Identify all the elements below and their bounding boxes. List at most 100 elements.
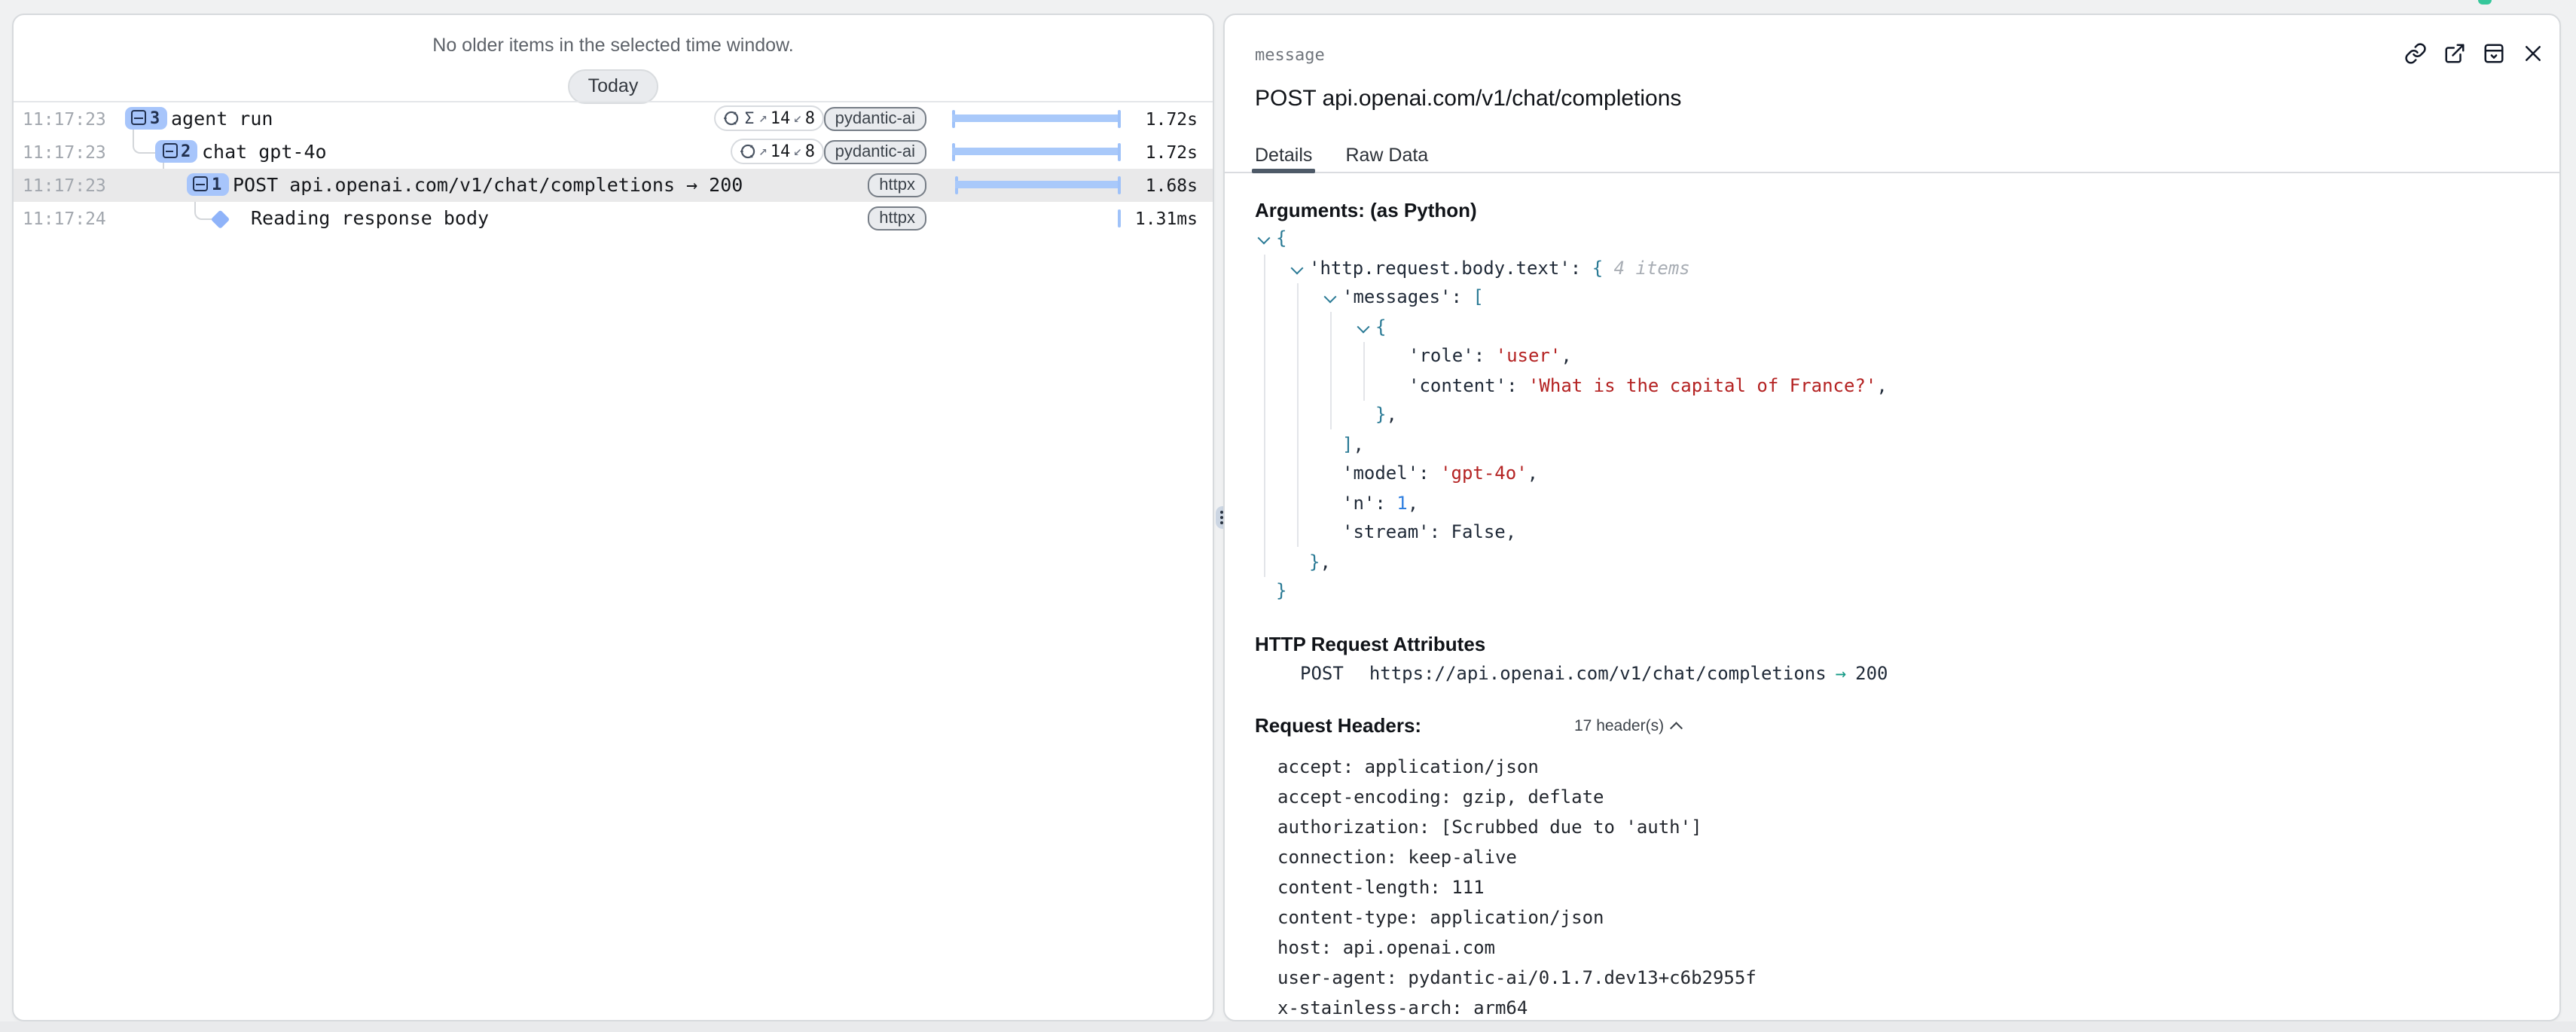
detail-header-actions [2404, 42, 2544, 65]
http-request-line: POST https://api.openai.com/v1/chat/compl… [1300, 663, 1888, 684]
request-headers-list: accept: application/jsonaccept-encoding:… [1277, 752, 2544, 1021]
row-label: chat gpt-4o [202, 140, 327, 163]
row-timestamp: 11:17:23 [23, 142, 106, 163]
request-header-line: content-length: 111 [1277, 872, 2544, 902]
collapse-minus-icon [193, 177, 208, 192]
close-icon[interactable] [2522, 42, 2544, 65]
token-counts-pill: Σ ↗14 ↙8 [715, 105, 824, 131]
scope-tag: httpx [868, 173, 926, 197]
tab-raw-data[interactable]: Raw Data [1345, 142, 1428, 171]
tab-details[interactable]: Details [1255, 142, 1312, 171]
collapse-chevron-icon[interactable] [1291, 261, 1304, 274]
span-detail-panel: message POST api.openai.com/v1/chat/comp… [1223, 14, 2561, 1021]
code-line: ], [1258, 430, 2544, 460]
arrow-up-right-icon: ↗ [758, 143, 767, 160]
code-line: { [1258, 224, 2544, 254]
request-header-line: host: api.openai.com [1277, 933, 2544, 963]
external-link-icon[interactable] [2443, 42, 2466, 65]
collapse-badge[interactable]: 3 [124, 106, 166, 130]
collapse-badge[interactable]: 2 [155, 139, 197, 163]
status-arrow-icon: → [1836, 663, 1846, 684]
collapse-chevron-icon[interactable] [1357, 320, 1370, 333]
collapse-badge[interactable]: 1 [186, 173, 228, 196]
row-duration: 1.68s [1092, 175, 1198, 196]
http-status: 200 [1855, 663, 1888, 684]
sigma-icon: Σ [745, 109, 755, 127]
collapse-chevron-icon[interactable] [1258, 232, 1271, 245]
trace-row[interactable]: 11:17:24 Reading response body httpx 1.3… [14, 201, 1213, 234]
headers-count-label: 17 header(s) [1574, 717, 1664, 735]
code-line: }, [1258, 548, 2544, 577]
status-indicator-sliver [2478, 0, 2492, 5]
arguments-code-block: {'http.request.body.text': { 4 items'mes… [1258, 224, 2544, 606]
request-header-line: content-type: application/json [1277, 902, 2544, 933]
scope-tag: pydantic-ai [824, 106, 926, 131]
collapse-count: 1 [212, 175, 221, 194]
request-header-line: accept-encoding: gzip, deflate [1277, 782, 2544, 812]
row-label: Reading response body [251, 206, 489, 229]
detail-tabs: Details Raw Data [1225, 142, 2559, 173]
code-line: 'n': 1, [1258, 489, 2544, 518]
code-line: 'role': 'user', [1258, 342, 2544, 371]
code-line: 'content': 'What is the capital of Franc… [1258, 371, 2544, 401]
code-line: }, [1258, 401, 2544, 430]
scope-tag: pydantic-ai [824, 139, 926, 164]
chevron-up-icon [1670, 722, 1682, 734]
collapse-chevron-icon[interactable] [1324, 291, 1337, 304]
arrow-up-right-icon: ↗ [758, 110, 767, 127]
row-timestamp: 11:17:24 [23, 208, 106, 229]
log-diamond-icon [211, 209, 229, 227]
row-duration: 1.31ms [1092, 208, 1198, 229]
trace-row[interactable]: 11:17:23 1 POST api.openai.com/v1/chat/c… [14, 168, 1213, 201]
app: No older items in the selected time wind… [0, 0, 2576, 1032]
collapse-panel-icon[interactable] [2483, 42, 2505, 65]
collapse-count: 2 [181, 142, 191, 161]
request-header-line: connection: keep-alive [1277, 842, 2544, 872]
page-bottom-strip [0, 1021, 2576, 1032]
span-kind-label: message [1255, 45, 1325, 65]
tokens-received: 8 [805, 142, 815, 161]
http-attributes-heading: HTTP Request Attributes [1255, 633, 1485, 655]
request-header-line: user-agent: pydantic-ai/0.1.7.dev13+c6b2… [1277, 963, 2544, 993]
trace-list-panel: No older items in the selected time wind… [12, 14, 1214, 1021]
code-line: 'model': 'gpt-4o', [1258, 460, 2544, 489]
collapse-minus-icon [162, 144, 177, 159]
code-line: 'stream': False, [1258, 518, 2544, 548]
arguments-heading: Arguments: (as Python) [1255, 199, 1477, 221]
coin-icon [739, 143, 755, 160]
request-header-line: authorization: [Scrubbed due to 'auth'] [1277, 812, 2544, 842]
code-line: } [1258, 577, 2544, 606]
http-method: POST [1300, 663, 1344, 684]
headers-count-toggle[interactable]: 17 header(s) [1574, 717, 1680, 735]
row-label: agent run [171, 107, 273, 130]
request-headers-heading: Request Headers: [1255, 714, 1421, 737]
request-header-line: accept: application/json [1277, 752, 2544, 782]
coin-icon [724, 110, 740, 127]
collapse-minus-icon [131, 111, 146, 126]
row-timestamp: 11:17:23 [23, 108, 106, 130]
http-url: https://api.openai.com/v1/chat/completio… [1369, 663, 1827, 684]
row-duration: 1.72s [1092, 108, 1198, 130]
token-counts-pill: ↗14 ↙8 [730, 139, 824, 164]
row-duration: 1.72s [1092, 142, 1198, 163]
trace-row[interactable]: 11:17:23 2 chat gpt-4o ↗14 ↙8 pydantic-a… [14, 135, 1213, 168]
empty-notice: No older items in the selected time wind… [14, 35, 1213, 56]
link-icon[interactable] [2404, 42, 2427, 65]
tokens-received: 8 [805, 108, 815, 128]
collapse-count: 3 [150, 108, 160, 128]
code-line: 'http.request.body.text': { 4 items [1258, 254, 2544, 283]
span-title: POST api.openai.com/v1/chat/completions [1255, 86, 1681, 111]
tokens-sent: 14 [771, 108, 791, 128]
tokens-sent: 14 [771, 142, 791, 161]
today-button[interactable]: Today [569, 69, 658, 104]
request-header-line: x-stainless-arch: arm64 [1277, 993, 2544, 1021]
row-timestamp: 11:17:23 [23, 175, 106, 196]
row-label: POST api.openai.com/v1/chat/completions … [233, 173, 743, 196]
code-line: 'messages': [ [1258, 283, 2544, 313]
trace-row[interactable]: 11:17:23 3 agent run Σ ↗14 ↙8 pydantic-a… [14, 102, 1213, 135]
trace-rows: 11:17:23 3 agent run Σ ↗14 ↙8 pydantic-a… [14, 100, 1213, 234]
empty-state: No older items in the selected time wind… [14, 15, 1213, 104]
scope-tag: httpx [868, 206, 926, 231]
code-line: { [1258, 313, 2544, 342]
arrow-down-left-icon: ↙ [793, 110, 801, 127]
